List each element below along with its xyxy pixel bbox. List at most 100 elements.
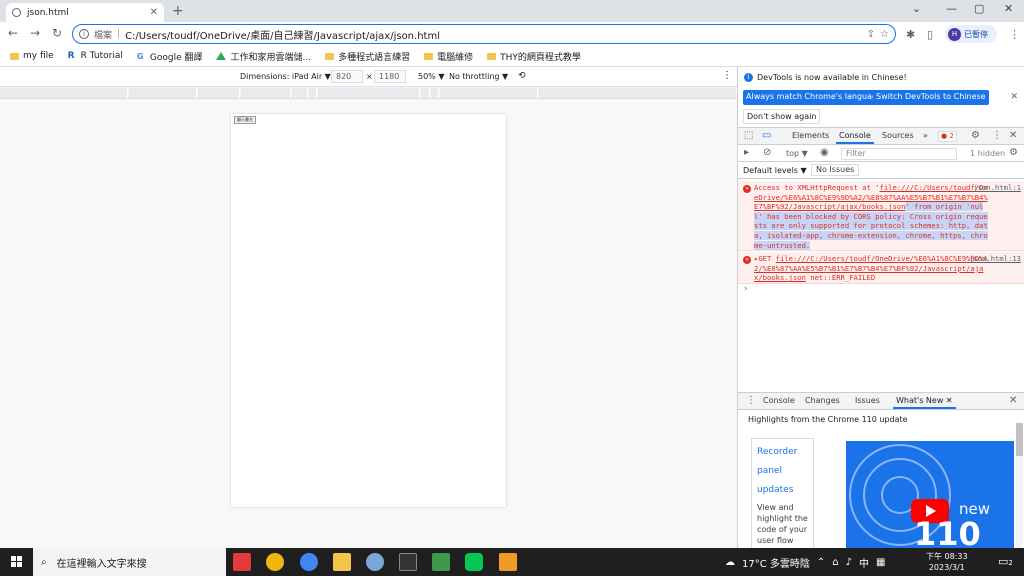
notification-icon[interactable]: ▭2 [998,555,1013,568]
profile-button[interactable]: H 已暫停 [945,25,997,43]
window-close-button[interactable]: ✕ [1004,2,1013,15]
terminal-app-icon[interactable] [399,553,417,571]
zoom-select[interactable]: 50% ▼ [418,72,444,81]
dont-show-button[interactable]: Don't show again [743,109,821,124]
clock-date: 2023/3/1 [928,563,965,572]
image-app-icon[interactable] [432,553,450,571]
r-logo-icon: R [67,50,75,61]
error-source-link[interactable]: json.html:13 [969,254,1021,263]
console-toolbar: ▸ ⊘ top ▼ ◉ Filter 1 hidden ⚙ [738,145,1024,162]
device-toggle-icon[interactable]: ▭ [762,130,771,141]
info-icon[interactable]: i [79,29,89,39]
search-placeholder: 在這裡輸入文字來搜 [56,558,147,570]
rotate-icon[interactable]: ⟲ [518,71,526,81]
sublime-app-icon[interactable] [499,553,517,571]
settings-icon[interactable]: ⚙ [971,130,980,141]
minimize-button[interactable]: — [946,2,957,15]
more-tabs-icon[interactable]: » [923,131,928,140]
file-explorer-icon[interactable] [333,553,351,571]
star-icon[interactable]: ☆ [880,29,889,40]
bookmark-label: 電腦維修 [437,52,474,63]
drawer-close-icon[interactable]: ✕ [1009,395,1017,406]
taskbar-search[interactable]: ⌕ 在這裡輸入文字來搜 [33,548,226,576]
inspect-icon[interactable]: ⬚ [744,130,753,141]
url-text[interactable]: C:/Users/toudf/OneDrive/桌面/自己練習/Javascri… [125,27,862,42]
chrome-110-video-thumbnail[interactable]: new 110 [846,441,1014,549]
maximize-button[interactable]: ▢ [974,2,984,15]
windows-start-icon[interactable] [11,556,23,568]
bookmark-languages[interactable]: 多種程式語言練習 [325,50,410,63]
times-sign: × [366,72,373,81]
paint-app-icon[interactable] [366,553,384,571]
default-levels-select[interactable]: Default levels ▼ [743,166,807,175]
media-query-ruler[interactable] [0,87,737,99]
bookmark-drive[interactable]: 工作和家用雲端儲... [216,50,311,63]
side-panel-icon[interactable]: ▯ [927,28,933,41]
device-menu-icon[interactable]: ⋮ [722,70,732,81]
console-settings-icon[interactable]: ⚙ [1009,147,1018,158]
drawer-tab-issues[interactable]: Issues [855,396,880,405]
reload-button[interactable]: ↻ [52,26,62,40]
line-app-icon[interactable] [465,553,483,571]
forward-button[interactable]: → [30,26,40,40]
recorder-card[interactable]: Recorder panel updates View and highligh… [751,438,814,567]
bookmark-thy[interactable]: THY的網頁程式教學 [487,50,581,63]
bookmark-label: my file [23,51,54,61]
bookmark-my-file[interactable]: my file [10,51,54,61]
tab-sources[interactable]: Sources [882,131,914,140]
drawer-tab-console[interactable]: Console [763,396,795,405]
bookmark-google-translate[interactable]: G Google 翻譯 [137,50,203,63]
notice-close-icon[interactable]: ✕ [1010,92,1018,102]
devtools-menu-icon[interactable]: ⋮ [992,130,1002,141]
switch-chinese-button[interactable]: Switch DevTools to Chinese [873,90,989,105]
match-language-button[interactable]: Always match Chrome's language [743,90,885,105]
keyboard-icon[interactable]: ▦ [876,557,885,568]
sidebar-toggle-icon[interactable]: ▸ [744,147,749,158]
width-input[interactable]: 820 [331,70,363,83]
error-source-link[interactable]: json.html:1 [973,183,1021,192]
device-select[interactable]: Dimensions: iPad Air ▼ [240,72,331,81]
chrome-menu-icon[interactable]: ⋮ [1009,28,1020,41]
show-book-button[interactable]: 顯示書名 [234,116,256,124]
weather-text[interactable]: 17°C 多雲時陰 [742,555,810,570]
console-prompt[interactable]: › [744,284,748,294]
chrome-app-icon[interactable] [266,553,284,571]
share-icon[interactable]: ⇪ [867,29,875,40]
tab-json-html[interactable]: json.html ✕ [6,3,164,22]
scrollbar-thumb[interactable] [1016,423,1023,456]
network-icon[interactable]: ⌂ [832,557,838,568]
chrome-profile-app-icon[interactable] [300,553,318,571]
clear-console-icon[interactable]: ⊘ [763,147,771,158]
taskbar-clock[interactable]: 下午 08:33 2023/3/1 [926,551,968,573]
throttling-select[interactable]: No throttling ▼ [449,72,508,81]
drawer-tab-whats-new[interactable]: What's New ✕ [893,396,956,409]
search-icon: ⌕ [41,556,47,568]
tab-console[interactable]: Console [836,131,874,144]
tab-elements[interactable]: Elements [792,131,829,140]
expand-arrow[interactable]: ▸GET [754,254,776,263]
extensions-icon[interactable]: ✱ [906,28,915,41]
error-count-badge[interactable]: ● 2 [938,131,957,142]
bookmark-label: THY的網頁程式教學 [500,52,581,63]
back-button[interactable]: ← [8,26,18,40]
drawer-scrollbar[interactable] [1016,423,1023,549]
bookmark-label: 多種程式語言練習 [338,52,411,63]
address-bar[interactable]: i 檔案 | C:/Users/toudf/OneDrive/桌面/自己練習/J… [72,24,896,44]
volume-icon[interactable]: ♪ [846,557,852,568]
tray-chevron-icon[interactable]: ⌃ [817,557,825,568]
eye-icon[interactable]: ◉ [820,147,829,158]
height-input[interactable]: 1180 [374,70,406,83]
devtools-close-icon[interactable]: ✕ [1009,130,1017,141]
tab-search-icon[interactable]: ⌄ [912,2,921,15]
gift-app-icon[interactable] [233,553,251,571]
drawer-tab-changes[interactable]: Changes [805,396,840,405]
bookmark-repair[interactable]: 電腦維修 [424,50,473,63]
no-issues-button[interactable]: No Issues [811,164,860,176]
filter-input[interactable]: Filter [841,148,957,160]
ime-indicator[interactable]: 中 [859,555,869,570]
new-tab-button[interactable]: + [172,3,184,19]
tab-close-icon[interactable]: ✕ [150,7,158,18]
context-select[interactable]: top ▼ [786,149,808,158]
drawer-menu-icon[interactable]: ⋮ [746,395,756,406]
bookmark-r-tutorial[interactable]: R R Tutorial [68,51,123,61]
